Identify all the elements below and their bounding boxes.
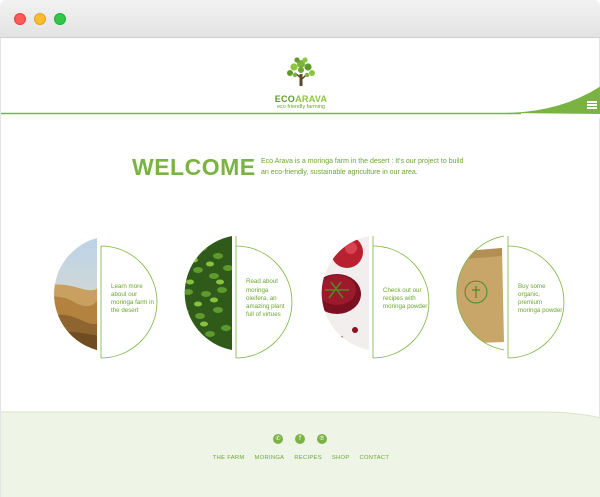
footer-background [1,411,600,497]
logo-name-arava: ARAVA [295,94,328,104]
site-footer: ✆ f ℗ THE FARM MORINGA RECIPES SHOP CONT… [1,410,600,497]
window-zoom-button[interactable] [54,13,66,25]
card-moringa[interactable]: Read about moringa oleifera, an amazing … [174,234,304,364]
welcome-title: WELCOME [132,154,256,180]
footer-nav: THE FARM MORINGA RECIPES SHOP CONTACT [1,455,600,461]
logo-tagline: eco friendly farming [277,104,325,110]
window-close-button[interactable] [14,13,26,25]
footer-link-contact[interactable]: CONTACT [360,455,390,461]
tree-logo-icon [287,57,315,86]
logo-wordmark: ECOARAVA [271,94,331,104]
feature-cards: Learn more about our moringa farm in the… [1,234,600,364]
intro-text: Eco Arava is a moringa farm in the deser… [261,158,464,176]
pinterest-icon[interactable]: ℗ [317,434,327,444]
card-farm[interactable]: Learn more about our moringa farm in the… [39,234,169,364]
card-recipes[interactable]: Check out our recipes with moringa powde… [311,234,441,364]
logo-name-eco: ECO [274,94,296,104]
card-shop[interactable]: Buy some organic, premium moringa powder [446,234,576,364]
footer-link-recipes[interactable]: RECIPES [294,455,322,461]
hamburger-icon[interactable] [587,101,597,110]
footer-link-moringa[interactable]: MORINGA [255,455,285,461]
site-logo[interactable]: ECOARAVA eco friendly farming [271,56,331,110]
whatsapp-icon[interactable]: ✆ [273,434,283,444]
card-moringa-text: Read about moringa oleifera, an amazing … [246,278,285,319]
card-farm-text: Learn more about our moringa farm in the… [111,282,154,315]
footer-link-shop[interactable]: SHOP [332,455,350,461]
web-page: ECOARAVA eco friendly farming WELCOME Ec… [0,38,600,497]
browser-window-chrome [0,0,600,38]
social-links: ✆ f ℗ [273,434,327,444]
footer-link-the-farm[interactable]: THE FARM [213,455,245,461]
facebook-icon[interactable]: f [295,434,305,444]
card-shop-text: Buy some organic, premium moringa powder [518,282,563,315]
card-recipes-text: Check out our recipes with moringa powde… [383,286,428,311]
window-minimize-button[interactable] [34,13,46,25]
site-header: ECOARAVA eco friendly farming [1,38,600,118]
